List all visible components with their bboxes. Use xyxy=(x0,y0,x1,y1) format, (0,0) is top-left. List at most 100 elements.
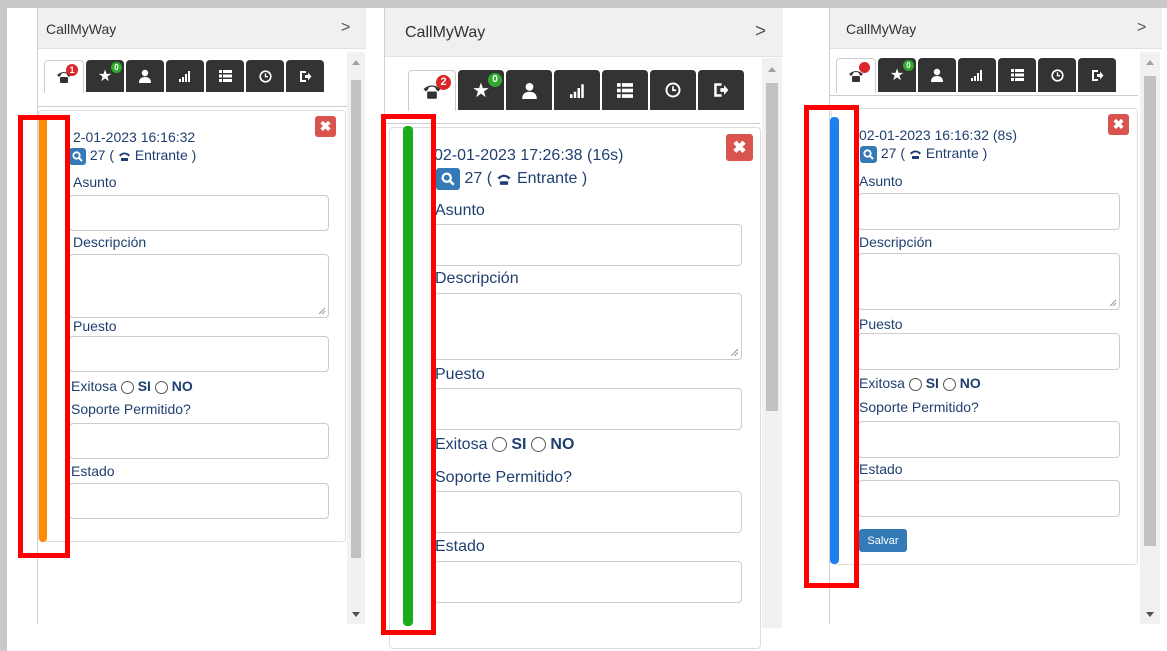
vertical-scrollbar[interactable] xyxy=(1140,52,1160,624)
soporte-label: Soporte Permitido? xyxy=(859,399,979,415)
scroll-down-arrow-icon[interactable] xyxy=(1146,612,1154,617)
call-datetime: 2-01-2023 16:16:32 xyxy=(73,129,196,145)
panel-tabs: 1 ★ 0 xyxy=(44,60,326,93)
exitosa-label: Exitosa xyxy=(435,436,488,453)
tab-list[interactable] xyxy=(602,70,648,110)
asunto-input[interactable] xyxy=(434,224,742,266)
si-label: SI xyxy=(925,375,939,391)
tab-contacts[interactable] xyxy=(506,70,552,110)
resize-grip-icon[interactable] xyxy=(730,348,739,357)
tab-favorites[interactable]: ★ 0 xyxy=(878,58,916,92)
search-button[interactable] xyxy=(436,168,460,190)
logout-icon xyxy=(714,83,729,97)
save-button[interactable]: Salvar xyxy=(859,529,907,552)
soporte-input[interactable] xyxy=(858,421,1120,458)
no-label: NO xyxy=(171,378,193,394)
descripcion-label: Descripción xyxy=(73,234,147,250)
call-direction: Entrante xyxy=(925,145,979,161)
descripcion-label: Descripción xyxy=(859,234,933,250)
resize-grip-icon[interactable] xyxy=(1109,299,1117,307)
tab-contacts[interactable] xyxy=(918,58,956,92)
scroll-up-arrow-icon[interactable] xyxy=(352,60,360,65)
exitosa-no-radio[interactable] xyxy=(154,380,168,394)
asunto-label: Asunto xyxy=(859,173,903,189)
window-top-border xyxy=(0,0,1167,8)
scrollbar-thumb[interactable] xyxy=(351,80,361,558)
search-button[interactable] xyxy=(69,147,86,165)
star-icon: ★ xyxy=(889,67,905,84)
soporte-label: Soporte Permitido? xyxy=(435,469,572,486)
vertical-scrollbar[interactable] xyxy=(762,58,782,628)
scrollbar-thumb[interactable] xyxy=(1144,76,1156,546)
puesto-label: Puesto xyxy=(73,318,117,334)
puesto-label: Puesto xyxy=(859,316,903,332)
clock-icon xyxy=(1050,68,1064,82)
favorites-badge: 0 xyxy=(903,60,914,71)
exitosa-label: Exitosa xyxy=(859,375,905,391)
exitosa-si-radio[interactable] xyxy=(908,377,922,391)
tab-logout[interactable] xyxy=(1078,58,1116,92)
tab-favorites[interactable]: ★ 0 xyxy=(86,60,124,92)
tab-calls[interactable]: 2 xyxy=(408,70,456,111)
exitosa-no-radio[interactable] xyxy=(942,377,956,391)
close-card-button[interactable]: ✖ xyxy=(1108,114,1129,135)
collapse-chevron-icon[interactable]: > xyxy=(341,19,350,37)
tab-list[interactable] xyxy=(206,60,244,92)
panel-header: CallMyWay > xyxy=(385,8,783,57)
estado-input[interactable] xyxy=(69,483,329,519)
scroll-up-arrow-icon[interactable] xyxy=(1146,60,1154,65)
tab-history[interactable] xyxy=(246,60,284,92)
close-card-button[interactable]: ✖ xyxy=(726,134,753,161)
tab-favorites[interactable]: ★ 0 xyxy=(458,70,504,110)
exitosa-no-radio[interactable] xyxy=(530,437,546,453)
close-card-button[interactable]: ✖ xyxy=(315,116,336,137)
call-direction: Entrante xyxy=(516,170,578,188)
tab-logout[interactable] xyxy=(286,60,324,92)
scrollbar-thumb[interactable] xyxy=(766,83,778,411)
resize-grip-icon[interactable] xyxy=(318,307,326,315)
asunto-input[interactable] xyxy=(69,195,329,231)
scroll-down-arrow-icon[interactable] xyxy=(352,612,360,617)
asunto-input[interactable] xyxy=(858,193,1120,230)
estado-label: Estado xyxy=(71,463,115,479)
puesto-input[interactable] xyxy=(434,388,742,430)
collapse-chevron-icon[interactable]: > xyxy=(1137,19,1146,37)
soporte-input[interactable] xyxy=(434,491,742,533)
callmyway-panel-1: CallMyWay > 1 ★ 0 ✖ 2-01-2023 16:16:32 2… xyxy=(37,8,366,624)
puesto-input[interactable] xyxy=(69,336,329,372)
estado-input[interactable] xyxy=(858,480,1120,517)
panel-title: CallMyWay xyxy=(405,24,486,41)
tab-history[interactable] xyxy=(1038,58,1076,92)
signal-bars-icon xyxy=(971,70,982,81)
exitosa-label: Exitosa xyxy=(71,378,117,394)
estado-input[interactable] xyxy=(434,561,742,603)
scroll-up-arrow-icon[interactable] xyxy=(768,67,776,72)
tab-calls[interactable] xyxy=(836,58,876,93)
call-info-row: 27 ( Entrante ) xyxy=(69,147,196,165)
search-button[interactable] xyxy=(860,145,877,163)
search-icon xyxy=(441,172,455,186)
tab-logout[interactable] xyxy=(698,70,744,110)
puesto-input[interactable] xyxy=(858,333,1120,370)
panel-title: CallMyWay xyxy=(846,21,917,37)
vertical-scrollbar[interactable] xyxy=(347,52,365,624)
call-count: 27 xyxy=(880,145,897,161)
soporte-input[interactable] xyxy=(69,423,329,459)
exitosa-si-radio[interactable] xyxy=(491,437,507,453)
descripcion-textarea[interactable] xyxy=(434,293,742,360)
exitosa-si-radio[interactable] xyxy=(120,380,134,394)
tab-list[interactable] xyxy=(998,58,1036,92)
tab-contacts[interactable] xyxy=(126,60,164,92)
tab-stats[interactable] xyxy=(554,70,600,110)
callmyway-panel-3: CallMyWay > ★ 0 ✖ 02-01-2023 16:16:32 (8… xyxy=(829,8,1162,624)
descripcion-textarea[interactable] xyxy=(858,253,1120,310)
tab-calls[interactable]: 1 xyxy=(44,60,84,93)
tab-stats[interactable] xyxy=(166,60,204,92)
search-icon xyxy=(72,151,83,162)
tabs-underline xyxy=(830,95,1138,96)
tab-stats[interactable] xyxy=(958,58,996,92)
tab-history[interactable] xyxy=(650,70,696,110)
descripcion-textarea[interactable] xyxy=(69,254,329,318)
collapse-chevron-icon[interactable]: > xyxy=(755,21,766,43)
estado-label: Estado xyxy=(435,538,485,555)
